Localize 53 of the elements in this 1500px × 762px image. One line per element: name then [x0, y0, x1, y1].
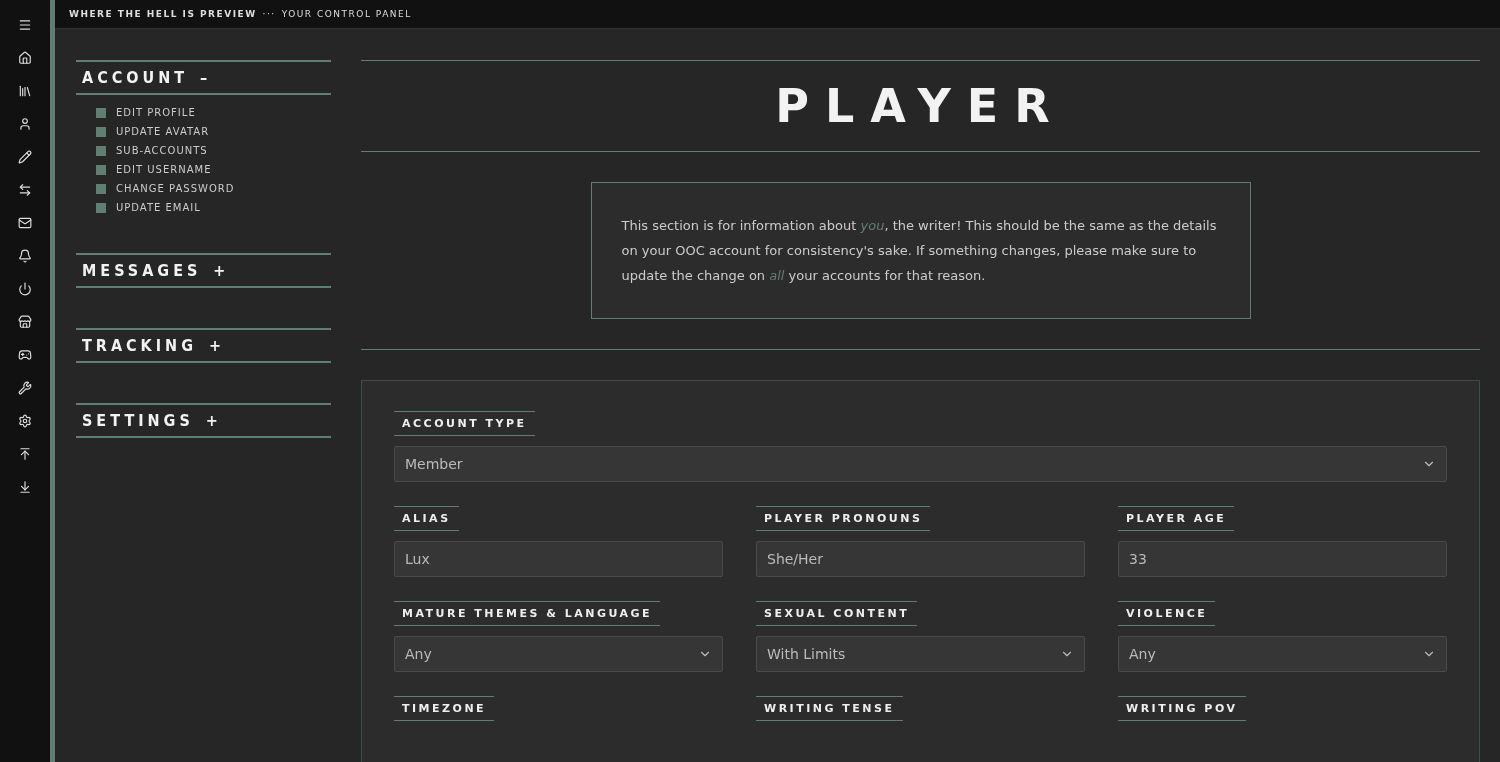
field-label: TIMEZONE	[394, 696, 495, 721]
select-dropdown[interactable]: Any	[394, 636, 723, 672]
download-icon[interactable]	[18, 480, 32, 494]
bell-icon[interactable]	[18, 249, 32, 263]
select-dropdown[interactable]: Any	[1118, 636, 1447, 672]
tools-icon[interactable]	[18, 381, 32, 395]
bullet-square	[96, 107, 106, 118]
field-label: PLAYER PRONOUNS	[756, 506, 931, 531]
site-title: WHERE THE HELL IS PREVIEW	[69, 9, 257, 19]
field-label: ACCOUNT TYPE	[394, 411, 535, 436]
menu-link[interactable]: UPDATE EMAIL	[116, 202, 201, 213]
input-field[interactable]: She/Her	[756, 541, 1085, 577]
page-subtitle: YOUR CONTROL PANEL	[281, 9, 412, 19]
intro-text: This section is for information about you, the writer! This should be the same as the details on your OOC account for consistency's sake. If something changes, please make sure to update the change on all your accounts for that reason.	[590, 182, 1251, 319]
home-icon[interactable]	[18, 51, 32, 65]
select-dropdown[interactable]: Member	[394, 446, 1447, 482]
power-icon[interactable]	[18, 282, 32, 296]
field-label: ALIAS	[394, 506, 459, 531]
bullet-square	[96, 164, 106, 175]
pencil-icon[interactable]	[18, 150, 32, 164]
input-field[interactable]: 33	[1118, 541, 1447, 577]
section-header[interactable]: MESSAGES +	[76, 253, 331, 288]
section-header[interactable]: SETTINGS +	[76, 403, 331, 438]
field-label: SEXUAL CONTENT	[756, 601, 918, 626]
menu-link[interactable]: UPDATE AVATAR	[116, 126, 210, 137]
field-label: MATURE THEMES & LANGUAGE	[394, 601, 661, 626]
gamepad-icon[interactable]	[18, 348, 32, 362]
field-label: VIOLENCE	[1118, 601, 1216, 626]
store-icon[interactable]	[18, 315, 32, 329]
bullet-square	[96, 126, 106, 137]
bullet-square	[96, 183, 106, 194]
swap-arrows-icon[interactable]	[18, 183, 32, 197]
page-title: PLAYER	[775, 79, 1066, 133]
bullet-square	[96, 145, 106, 156]
field-label: WRITING POV	[1118, 696, 1246, 721]
section-header[interactable]: ACCOUNT –	[76, 60, 331, 95]
menu-link[interactable]: SUB-ACCOUNTS	[116, 145, 208, 156]
input-field[interactable]: Lux	[394, 541, 723, 577]
user-icon[interactable]	[18, 117, 32, 131]
menu-link[interactable]: EDIT PROFILE	[116, 107, 196, 118]
upload-icon[interactable]	[18, 447, 32, 461]
settings-icon[interactable]	[18, 414, 32, 428]
menu-link[interactable]: CHANGE PASSWORD	[116, 183, 235, 194]
field-label: WRITING TENSE	[756, 696, 903, 721]
books-icon[interactable]	[18, 84, 32, 98]
separator: ···	[262, 9, 276, 19]
select-dropdown[interactable]: With Limits	[756, 636, 1085, 672]
field-label: PLAYER AGE	[1118, 506, 1235, 531]
bullet-square	[96, 202, 106, 213]
section-header[interactable]: TRACKING +	[76, 328, 331, 363]
mail-icon[interactable]	[18, 216, 32, 230]
menu-link[interactable]: EDIT USERNAME	[116, 164, 212, 175]
menu-icon[interactable]	[18, 18, 32, 32]
